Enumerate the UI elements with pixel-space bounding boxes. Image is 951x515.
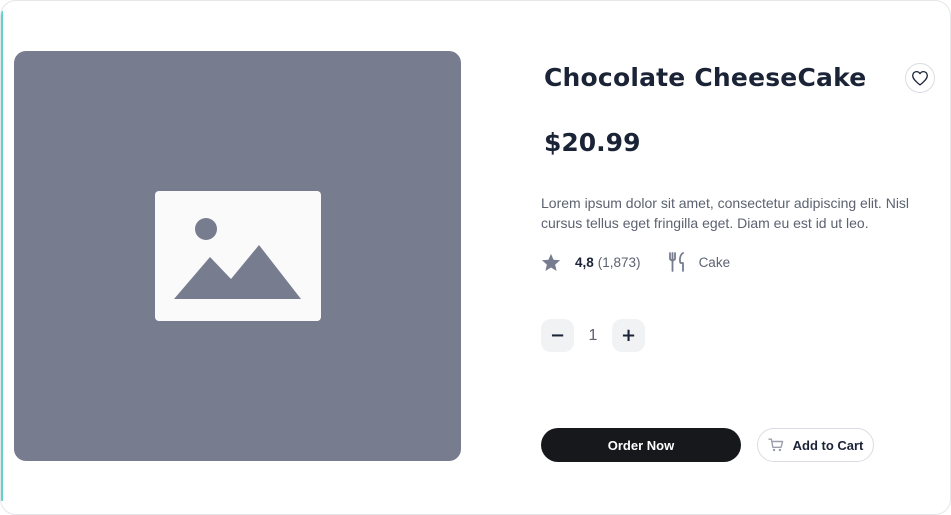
- add-to-cart-label: Add to Cart: [792, 437, 864, 453]
- add-to-cart-button[interactable]: Add to Cart: [757, 428, 874, 462]
- rating-value: 4,8: [575, 254, 594, 270]
- star-icon: [541, 253, 561, 271]
- product-meta: 4,8 (1,873) Cake: [541, 251, 730, 273]
- favorite-button[interactable]: [905, 63, 935, 93]
- product-image: [14, 51, 461, 461]
- product-description: Lorem ipsum dolor sit amet, consectetur …: [541, 195, 910, 231]
- product-card: Chocolate CheeseCake $20.99 Lorem ipsum …: [0, 0, 951, 515]
- fork-knife-icon: [667, 252, 687, 272]
- product-price: $20.99: [544, 128, 641, 157]
- cart-icon: [767, 438, 784, 452]
- card-accent-border: [1, 11, 3, 501]
- quantity-stepper: − 1 +: [541, 319, 645, 352]
- rating-count: (1,873): [597, 254, 641, 270]
- product-title: Chocolate CheeseCake: [544, 63, 867, 92]
- increment-button[interactable]: +: [612, 319, 645, 352]
- category-label: Cake: [698, 254, 731, 270]
- image-placeholder-icon: [155, 191, 321, 321]
- heart-icon: [912, 70, 928, 86]
- quantity-value: 1: [588, 326, 598, 344]
- decrement-button[interactable]: −: [541, 319, 574, 352]
- order-now-button[interactable]: Order Now: [541, 428, 741, 462]
